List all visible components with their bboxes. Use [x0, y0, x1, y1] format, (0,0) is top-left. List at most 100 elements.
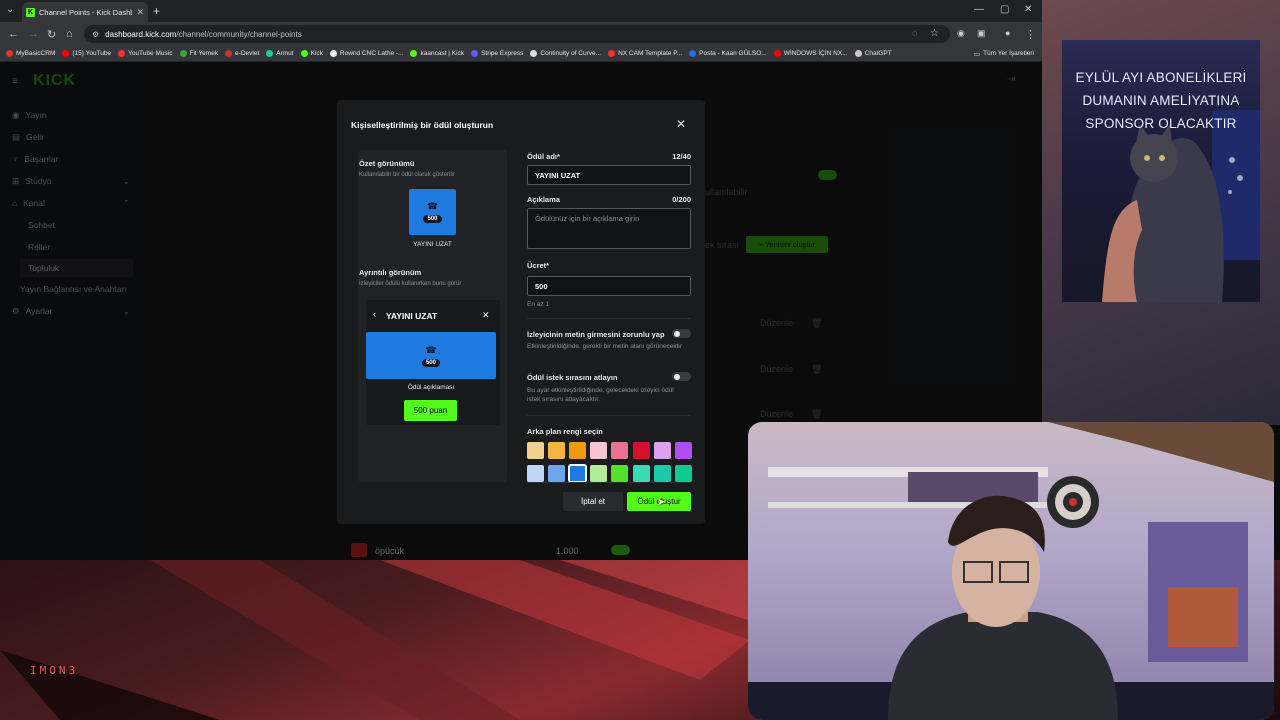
detail-preview: ‹ YAYINI UZAT ✕ ☎ 500 Ödül açıklaması 50… [366, 300, 500, 425]
bookmark-item[interactable]: kaancast | Kick [410, 50, 464, 57]
bookmark-item[interactable]: Kick [300, 50, 323, 57]
color-swatch[interactable] [548, 442, 566, 459]
color-swatch[interactable] [590, 465, 608, 482]
background-reward-name: öpücük [375, 546, 405, 556]
banner-line: SPONSOR OLACAKTIR [1085, 116, 1237, 131]
detail-description: Ödül açıklaması [407, 384, 455, 391]
reward-cost-pill: 500 [423, 215, 442, 223]
color-swatch[interactable] [653, 465, 671, 482]
close-icon: ✕ [482, 310, 490, 320]
bookmark-item[interactable]: NX CAM Template P... [608, 50, 682, 57]
skip-queue-description: Bu ayar etkinleştirildiğinde, gelecektek… [527, 387, 674, 403]
site-info-icon[interactable]: ⚙ [92, 30, 99, 39]
color-swatch[interactable] [632, 442, 650, 459]
bookmark-item[interactable]: Posta - Kaan GÜLSO... [689, 50, 767, 57]
bookmark-item[interactable]: ChatGPT [854, 50, 892, 57]
detail-subtitle: İzleyiciler ödülü kullanırken bunu görür [359, 281, 462, 287]
puzzle-icon[interactable]: ▣ [977, 28, 986, 39]
color-swatch[interactable] [632, 465, 650, 482]
kick-favicon-icon: K [26, 7, 35, 17]
back-icon[interactable]: ← [8, 28, 19, 40]
description-counter: 0/200 [672, 195, 691, 204]
background-reward-cost: 1.000 [556, 546, 579, 556]
divider [527, 482, 691, 483]
detail-reward-tile: ☎ 500 [366, 332, 496, 379]
color-swatch[interactable] [590, 442, 608, 459]
detail-reward-name: YAYINI UZAT [386, 311, 438, 321]
banner-line: EYLÜL AYI ABONELİKLERİ [1075, 70, 1247, 85]
kiss-reward-icon [351, 543, 367, 557]
bookmark-star-icon[interactable]: ☆ [930, 28, 939, 39]
summary-reward-tile: ☎ 500 [409, 189, 456, 235]
browser-tab-bar: ⌄ K Channel Points - Kick Dashbo ✕ + — ▢… [0, 0, 1042, 22]
home-icon[interactable]: ⌂ [66, 28, 73, 40]
bookmark-item[interactable]: WİNDOWS İÇİN NX... [773, 50, 848, 57]
bookmark-item[interactable]: Fit Yemek [179, 50, 218, 57]
cost-label: Ücret* [527, 261, 550, 270]
cost-input[interactable]: 500 [527, 276, 691, 296]
bookmark-item[interactable]: Continuity of Curve... [530, 50, 601, 57]
phone-icon: ☎ [425, 344, 437, 355]
new-tab-icon[interactable]: + [153, 4, 160, 18]
bookmark-item[interactable]: Armut [266, 50, 294, 57]
menu-dots-icon[interactable]: ⋮ [1025, 28, 1036, 41]
bookmark-item[interactable]: e-Devlet [225, 50, 259, 57]
forward-icon[interactable]: → [28, 28, 39, 40]
require-text-label: İzleyicinin metin girmesini zorunlu yap [527, 330, 665, 339]
require-text-description: Etkinleştirildiğinde, gerekli bir metin … [527, 343, 682, 350]
window-close-icon[interactable]: ✕ [1024, 4, 1032, 15]
bookmark-item[interactable]: YouTube Music [118, 50, 173, 57]
bookmark-item[interactable]: Stripe Express [471, 50, 523, 57]
skip-queue-toggle[interactable] [672, 372, 691, 381]
color-swatch[interactable] [653, 442, 671, 459]
color-swatch[interactable] [674, 465, 692, 482]
divider [527, 318, 691, 319]
reward-name-input[interactable]: YAYINI UZAT [527, 165, 691, 185]
address-bar[interactable]: ⚙ dashboard.kick.com/channel/community/c… [84, 25, 950, 43]
color-swatch[interactable] [611, 465, 629, 482]
summary-subtitle: Kullanılabilir bir ödül olarak gösterili… [359, 172, 456, 178]
reward-preview-panel: Özet görünümü Kullanılabilir bir ödül ol… [358, 150, 507, 482]
close-icon[interactable]: ✕ [676, 117, 686, 131]
tab-close-icon[interactable]: ✕ [136, 7, 144, 18]
url-text: dashboard.kick.com/channel/community/cha… [105, 29, 302, 39]
phone-icon: ☎ [426, 201, 439, 211]
create-reward-modal: Kişiselleştirilmiş bir ödül oluşturun ✕ … [337, 100, 705, 524]
cancel-button[interactable]: İptal et [563, 492, 623, 511]
background-toggle[interactable] [611, 545, 630, 555]
name-counter: 12/40 [672, 152, 691, 161]
profile-avatar-icon[interactable]: ● [1005, 28, 1010, 38]
browser-tab[interactable]: K Channel Points - Kick Dashbo ✕ [22, 2, 148, 22]
browser-nav-bar: ← → ↻ ⌂ ⚙ dashboard.kick.com/channel/com… [0, 22, 1042, 46]
description-label: Açıklama [527, 195, 560, 204]
hide-icon[interactable]: ◌ [912, 28, 917, 38]
bookmarks-bar: MyBasicCRM (15) YouTube YouTube Music Fi… [0, 46, 1042, 62]
color-swatch[interactable] [568, 464, 588, 483]
color-swatch[interactable] [569, 442, 587, 459]
banner-text: EYLÜL AYI ABONELİKLERİ DUMANIN AMELİYATI… [1062, 66, 1260, 135]
minimize-icon[interactable]: — [974, 4, 984, 15]
name-label: Ödül adı* [527, 152, 560, 161]
color-swatch[interactable] [674, 442, 692, 459]
points-button: 500 puan [404, 400, 457, 421]
color-swatch[interactable] [548, 465, 566, 482]
chevron-left-icon: ‹ [373, 309, 376, 319]
color-swatch[interactable] [527, 465, 544, 482]
all-bookmarks-folder[interactable]: ▭ Tüm Yer İşaretleri [974, 50, 1034, 58]
overlay-logo: IMON3 [30, 664, 79, 677]
bookmark-item[interactable]: Rownd CNC Lathe -... [329, 50, 403, 57]
reload-icon[interactable]: ↻ [47, 28, 56, 41]
color-swatch[interactable] [611, 442, 629, 459]
webcam-feed [748, 422, 1274, 720]
bookmark-item[interactable]: (15) YouTube [62, 50, 111, 57]
divider [527, 415, 691, 416]
require-text-toggle[interactable] [672, 329, 691, 338]
tab-list-icon[interactable]: ⌄ [6, 4, 14, 15]
color-swatch[interactable] [527, 442, 544, 459]
bookmark-item[interactable]: MyBasicCRM [6, 50, 55, 57]
banner-line: DUMANIN AMELİYATINA [1082, 93, 1240, 108]
summary-reward-name: YAYINI UZAT [413, 241, 452, 248]
maximize-icon[interactable]: ▢ [1000, 4, 1009, 15]
description-textarea[interactable]: Ödülünüz için bir açıklama girin [527, 208, 691, 249]
extension-icon[interactable]: ◉ [957, 28, 965, 39]
